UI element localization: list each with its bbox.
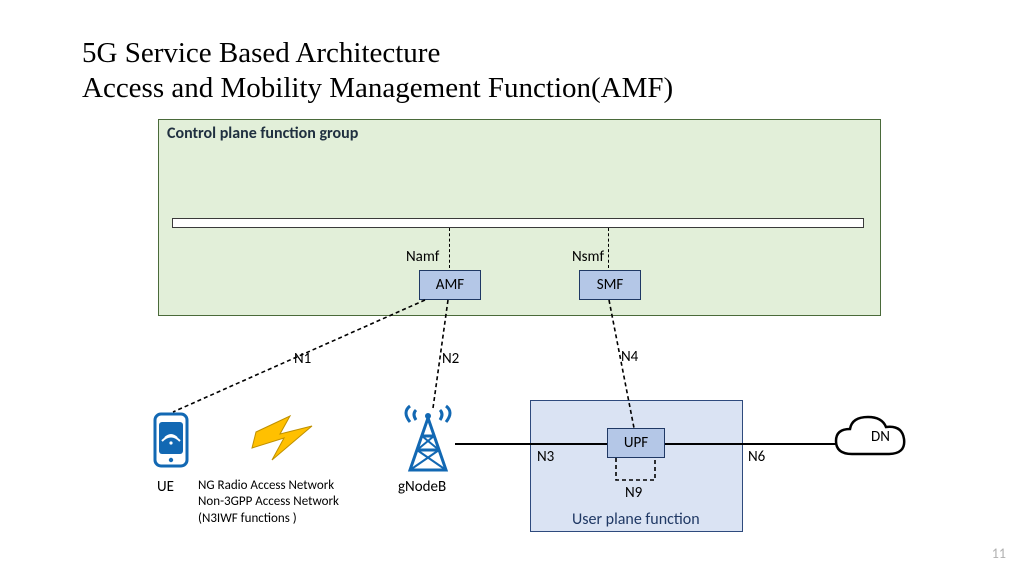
amf-box: AMF [419, 270, 481, 300]
gnodeb-label: gNodeB [398, 478, 446, 496]
ran-text: NG Radio Access Network Non-3GPP Access … [198, 478, 339, 527]
label-n4: N4 [621, 348, 638, 366]
ue-label: UE [157, 478, 174, 496]
smf-box: SMF [579, 270, 641, 300]
service-bus [172, 218, 864, 228]
ran-line3: (N3IWF functions ) [198, 511, 297, 526]
gnodeb-icon [400, 404, 456, 472]
user-plane-label: User plane function [572, 510, 700, 529]
slide: 5G Service Based Architecture Access and… [0, 0, 1024, 576]
page-number: 11 [992, 545, 1006, 562]
ue-icon [153, 412, 189, 468]
label-namf: Namf [406, 248, 439, 266]
upf-box: UPF [607, 428, 665, 458]
label-n3: N3 [537, 448, 554, 466]
label-n9: N9 [625, 484, 642, 502]
label-n1: N1 [294, 350, 311, 368]
ran-line1: NG Radio Access Network [198, 478, 334, 493]
page-title: 5G Service Based Architecture Access and… [82, 36, 673, 106]
title-line1: 5G Service Based Architecture [82, 37, 440, 69]
label-n6: N6 [748, 448, 765, 466]
riser-nsmf [608, 228, 609, 268]
label-n2: N2 [442, 350, 459, 368]
riser-namf [449, 228, 450, 268]
lightning-icon [250, 414, 316, 462]
dn-label: DN [871, 428, 890, 446]
title-line2: Access and Mobility Management Function(… [82, 72, 673, 104]
ran-line2: Non-3GPP Access Network [198, 494, 339, 509]
label-nsmf: Nsmf [572, 248, 604, 266]
control-plane-label: Control plane function group [167, 124, 358, 143]
